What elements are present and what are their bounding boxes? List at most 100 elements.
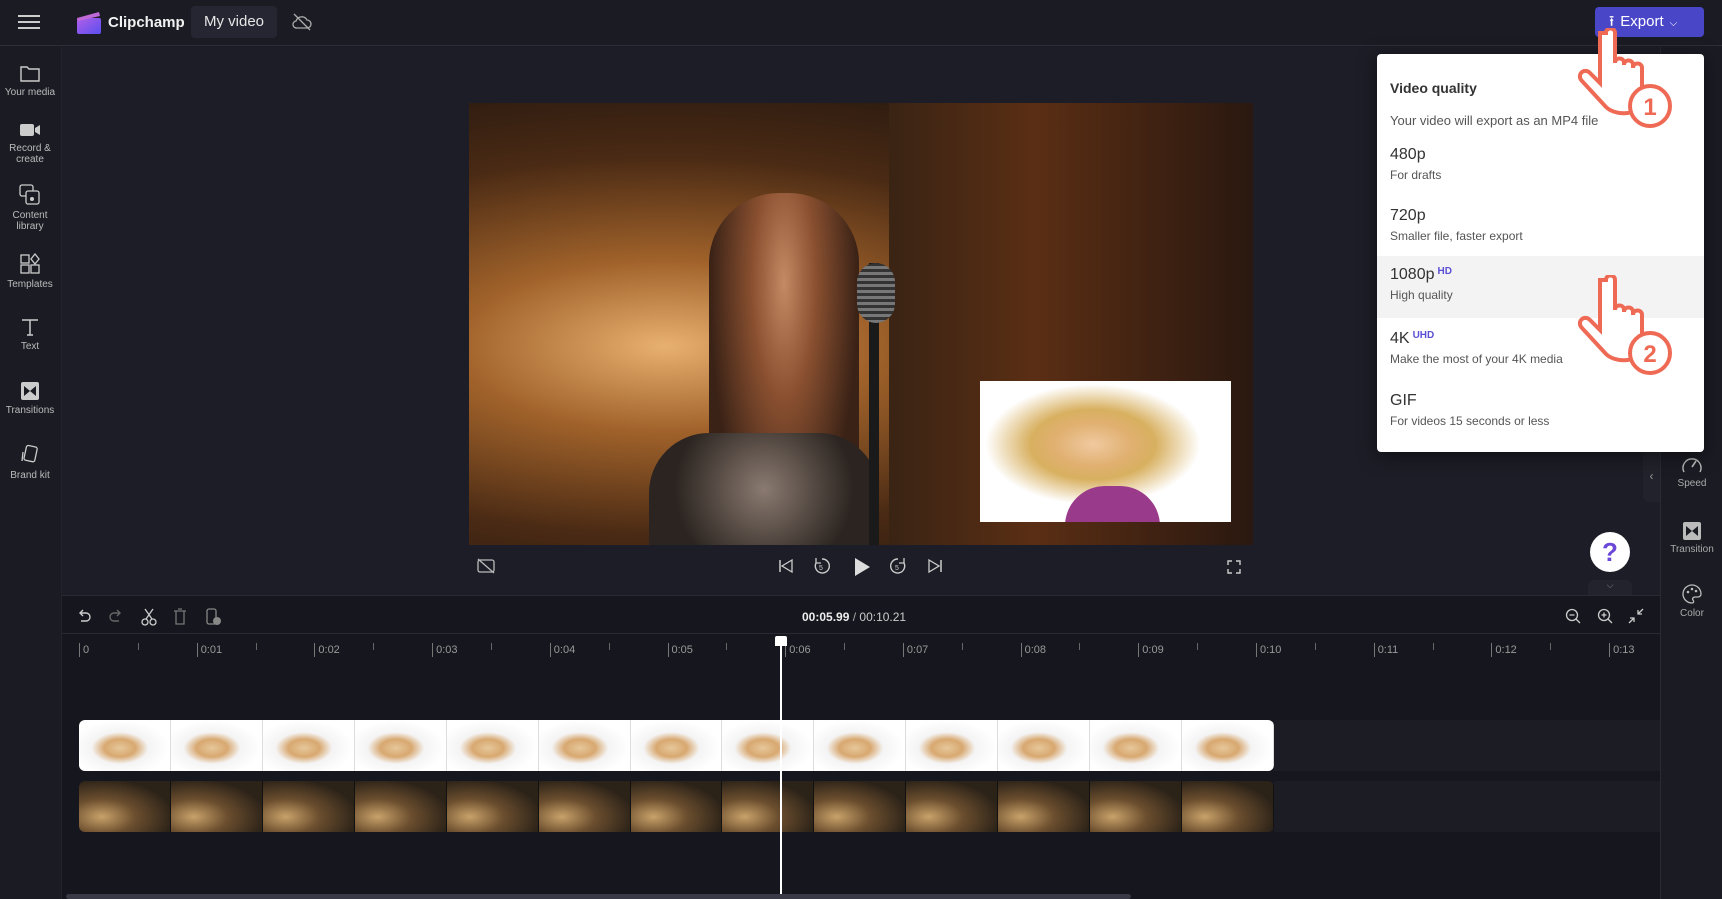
clip-thumbnail [1090,781,1183,832]
panel-item-speed[interactable]: Speed [1661,455,1722,489]
ruler-minor-tick [373,643,375,650]
clip-thumbnail [79,781,171,832]
ruler-tick: 0:09 [1138,643,1164,657]
clip-thumbnail [170,720,263,771]
clip-thumbnail [354,720,447,771]
sidebar-item-record-create[interactable]: Record & create [0,121,60,165]
main-video-track-clip[interactable] [79,781,1274,832]
option-label: 480p [1390,146,1426,163]
chevron-down-icon[interactable]: ⌵ [1588,580,1632,595]
dropdown-subtitle: Your video will export as an MP4 file [1390,113,1599,128]
sidebar-item-transitions[interactable]: Transitions [0,381,60,416]
sidebar-label: Record & [9,143,51,154]
cloud-off-icon[interactable] [292,13,312,36]
brand-kit-icon [21,444,38,463]
app-name: Clipchamp [108,14,185,31]
clip-thumbnail [538,781,631,832]
ruler-tick: 0:12 [1491,643,1517,657]
panel-item-transition[interactable]: Transition [1661,521,1722,555]
forward-5s-icon[interactable]: 5 [889,557,907,580]
panel-label: Transition [1670,544,1714,555]
sidebar-item-text[interactable]: Text [0,317,60,352]
quality-option-720p[interactable]: 720p Smaller file, faster export [1377,201,1704,259]
ruler-tick: 0:10 [1256,643,1281,657]
sidebar-item-brand-kit[interactable]: Brand kit [0,444,60,481]
clip-thumbnail [998,781,1091,832]
palette-icon [1682,584,1702,604]
clip-thumbnail [722,781,815,832]
ruler-minor-tick [726,643,728,650]
horizontal-scrollbar[interactable] [66,894,1131,899]
ruler-tick: 0:03 [432,643,458,657]
empty-track-area [1274,781,1660,832]
clip-thumbnail [446,720,539,771]
rewind-5s-icon[interactable]: 5 [813,557,831,580]
trash-icon[interactable] [173,608,187,631]
transition-icon [1683,522,1701,540]
ruler-tick: 0:13 [1609,643,1635,657]
add-to-timeline-icon[interactable] [206,608,222,631]
quality-option-gif[interactable]: GIF For videos 15 seconds or less [1377,386,1704,444]
pip-shirt [1065,486,1160,522]
playhead[interactable] [780,637,782,899]
option-desc: For drafts [1390,168,1442,182]
picture-in-picture-overlay[interactable] [980,381,1231,522]
pointer-hand-callout-1: 1 [1577,28,1672,128]
playhead-handle[interactable] [775,636,787,646]
clip-thumbnail [722,720,815,771]
option-desc: Smaller file, faster export [1390,229,1523,243]
ruler-tick: 0:08 [1020,643,1046,657]
ruler-minor-tick [1197,643,1199,650]
panel-label: Speed [1677,478,1707,489]
redo-icon[interactable] [109,609,123,630]
ruler-tick: 0:06 [785,643,811,657]
zoom-out-icon[interactable] [1565,608,1581,629]
clip-thumbnail [630,781,723,832]
ruler-minor-tick [844,643,846,650]
option-label: 720p [1390,207,1426,224]
zoom-in-icon[interactable] [1597,608,1613,629]
ruler-minor-tick [137,643,139,650]
clip-thumbnail [1182,720,1274,771]
sidebar-label: Content [12,210,48,221]
hide-preview-icon[interactable] [477,558,495,579]
overlay-video-track-clip[interactable] [79,720,1274,771]
project-title-field[interactable]: My video [191,6,277,38]
hamburger-menu-icon[interactable] [18,14,40,35]
sidebar-item-your-media[interactable]: Your media [0,63,60,98]
clip-thumbnail [446,781,539,832]
panel-item-color[interactable]: Color [1661,583,1722,619]
undo-icon[interactable] [77,609,91,630]
callout-number: 1 [1643,94,1656,121]
sidebar-label: Brand kit [10,470,50,481]
sidebar-label: Text [20,341,40,352]
speed-icon [1682,458,1702,473]
play-button[interactable] [853,557,871,582]
templates-icon [20,253,40,274]
sidebar-item-templates[interactable]: Templates [0,253,60,290]
quality-option-480p[interactable]: 480p For drafts [1377,140,1704,198]
clip-thumbnail [354,781,447,832]
clip-thumbnail [79,720,171,771]
clip-thumbnail [262,781,355,832]
ruler-minor-tick [1314,643,1316,650]
timecode: 00:05.99 / 00:10.21 [802,610,906,624]
sidebar-label: create [16,154,44,165]
empty-track-area [1274,720,1660,771]
hd-badge: HD [1437,266,1452,277]
help-button[interactable]: ? [1590,532,1630,572]
scissors-icon[interactable] [141,608,157,631]
fullscreen-icon[interactable] [1227,560,1241,579]
collapse-panel-button[interactable]: ‹ [1643,450,1660,502]
option-label: 4K [1390,330,1410,347]
skip-forward-icon[interactable] [927,558,943,579]
ruler-minor-tick [1550,643,1552,650]
fit-timeline-icon[interactable] [1628,608,1644,629]
sidebar-item-content-library[interactable]: Content library [0,184,60,232]
dropdown-title: Video quality [1390,80,1477,96]
skip-back-icon[interactable] [778,558,794,579]
ruler-tick: 0:01 [196,643,222,657]
video-preview[interactable] [469,103,1253,545]
pointer-hand-callout-2: 2 [1577,275,1672,375]
clip-thumbnail [906,720,999,771]
